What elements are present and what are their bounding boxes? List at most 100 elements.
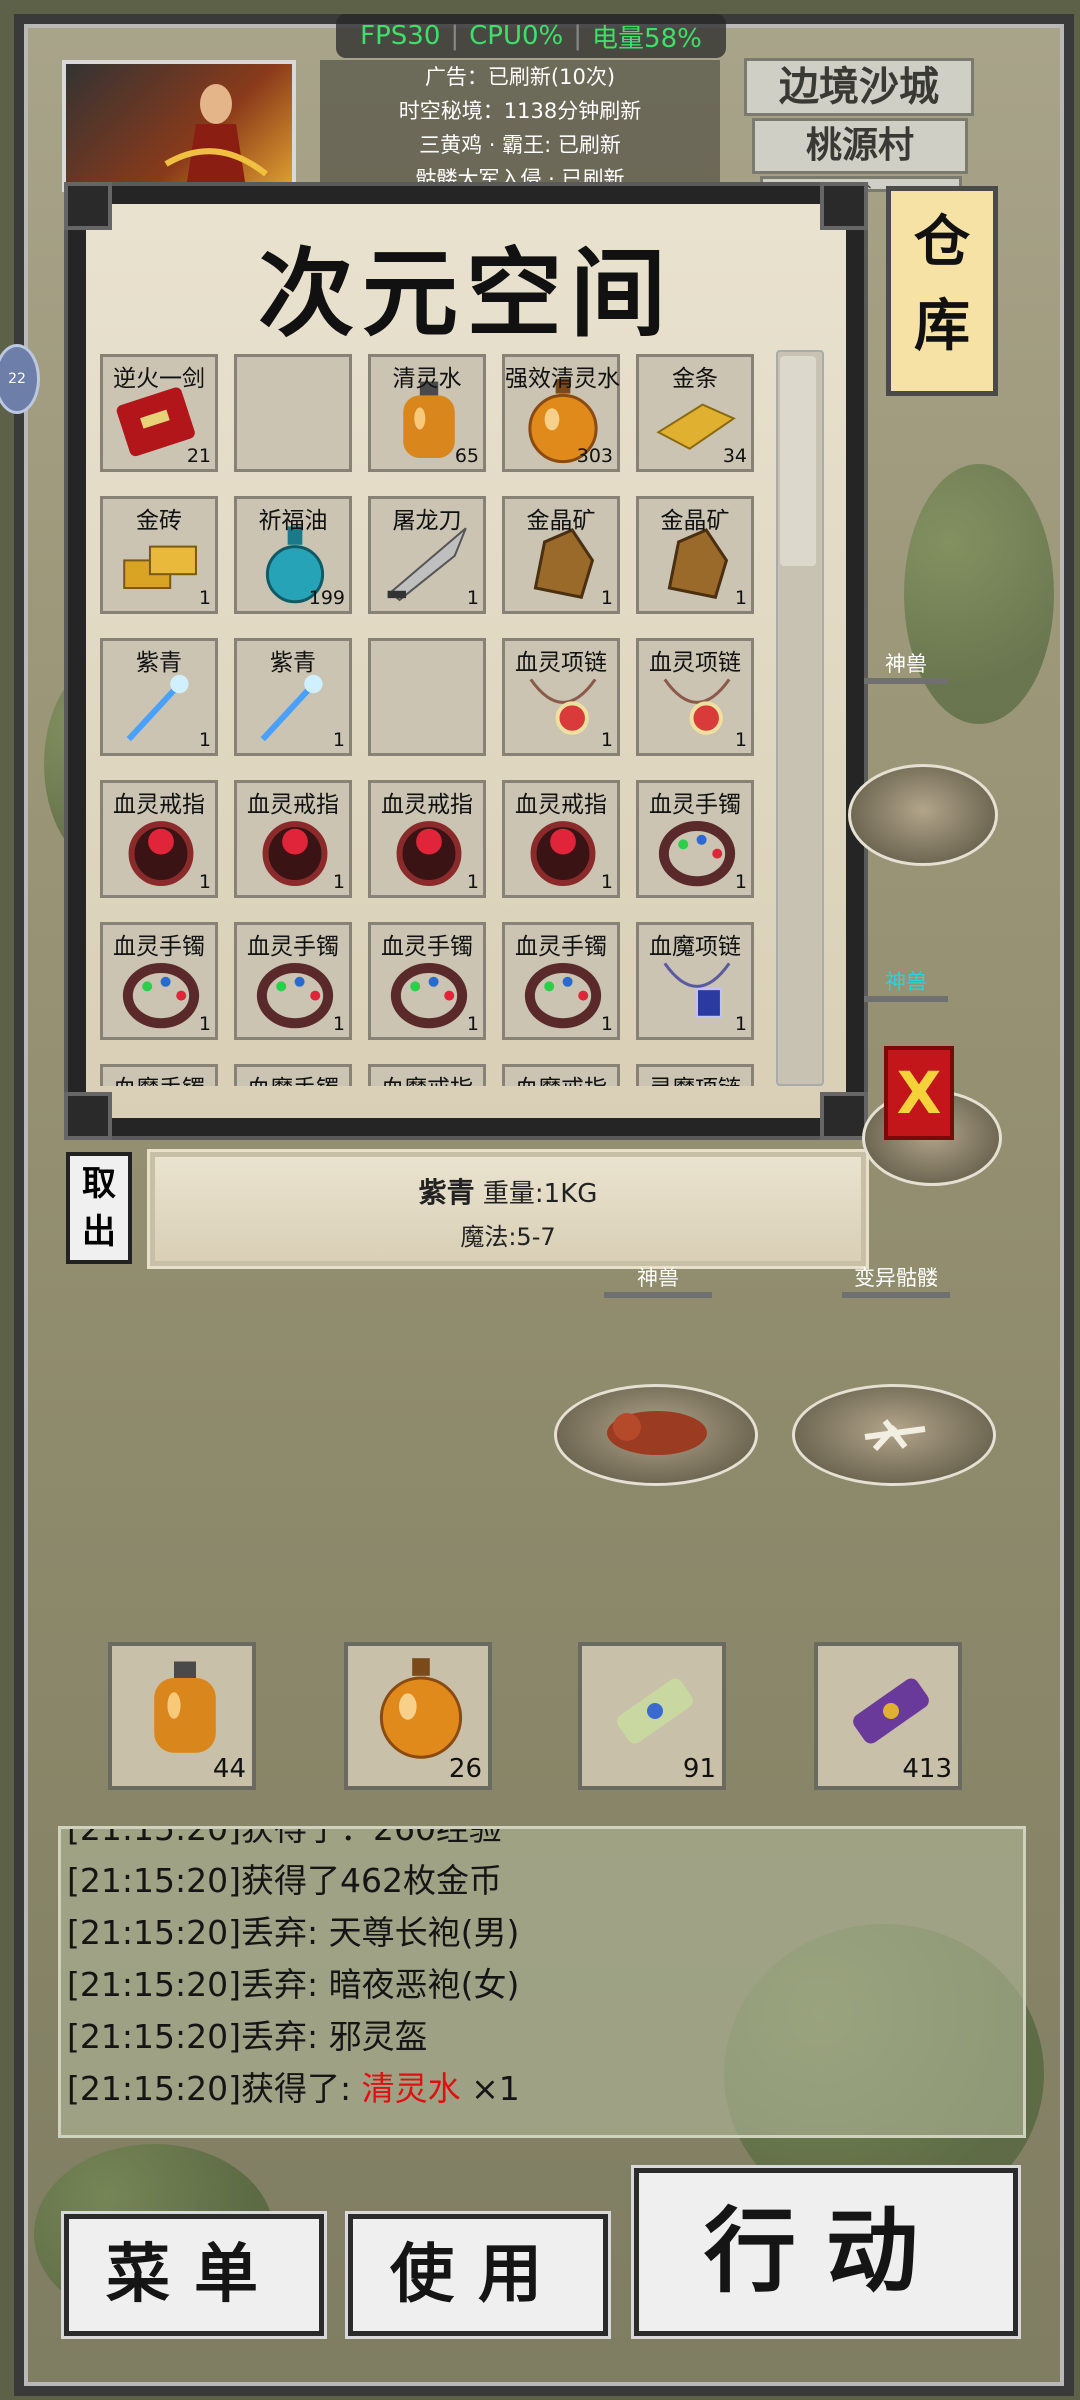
log-line: [21:15:20]丢弃: 天尊长袍(男) (61, 1907, 1023, 1959)
quick-slot[interactable]: 91 (578, 1642, 726, 1790)
skeleton-corpse[interactable] (792, 1384, 996, 1486)
inventory-slot[interactable]: 血魔戒指 (502, 1064, 620, 1086)
close-button[interactable]: X (884, 1046, 954, 1140)
inventory-slot[interactable]: 血灵项链 1 (502, 638, 620, 756)
log-time: [21:15:20] (67, 2017, 241, 2056)
item-name: 紫青 (418, 1176, 475, 1209)
inventory-slot[interactable]: 血魔手镯 (234, 1064, 352, 1086)
item-name: 金砖 (136, 508, 182, 534)
beast-corpse-icon (607, 1411, 707, 1455)
log-line: [21:15:20]获得了：260经验 (61, 1826, 1023, 1855)
quick-slot[interactable]: 413 (814, 1642, 962, 1790)
inventory-slot[interactable]: 血灵手镯 1 (234, 922, 352, 1040)
inventory-slot[interactable]: 逆火一剑 21 (100, 354, 218, 472)
item-quantity: 1 (466, 871, 479, 893)
inventory-slot[interactable]: 强效清灵水 303 (502, 354, 620, 472)
item-name: 血灵手镯 (113, 934, 205, 960)
log-text: 获得了: (240, 2069, 362, 2108)
location-button-village[interactable]: 桃源村 (752, 118, 968, 174)
grass-decoration (904, 464, 1054, 724)
storage-grid: 逆火一剑 21 清灵水 65 强效清灵水 303 金条 34 金砖 1 祈福油 199 屠龙刀 1 金晶矿 1… (100, 354, 766, 1086)
quick-slot-quantity: 413 (902, 1754, 952, 1784)
inventory-slot[interactable]: 清灵水 65 (368, 354, 486, 472)
item-name: 血灵戒指 (113, 792, 205, 818)
action-button[interactable]: 行动 (634, 2168, 1018, 2336)
inventory-slot[interactable]: 血灵戒指 1 (368, 780, 486, 898)
empty-inventory-slot[interactable] (234, 354, 352, 472)
item-name: 金晶矿 (526, 508, 596, 534)
item-name: 逆火一剑 (113, 366, 205, 392)
log-text: 获得了462枚金币 (240, 1861, 502, 1900)
item-quantity: 1 (332, 871, 345, 893)
take-out-label: 取出 (82, 1164, 116, 1252)
inventory-slot[interactable]: 灵魔项链 (636, 1064, 754, 1086)
inventory-slot[interactable]: 血魔戒指 (368, 1064, 486, 1086)
message-log[interactable]: [21:15:20]获得了：260经验 [21:15:20]获得了462枚金币 [2… (58, 1826, 1026, 2138)
scrollbar-thumb[interactable] (780, 356, 816, 566)
quick-slot-quantity: 44 (212, 1754, 246, 1784)
inventory-slot[interactable]: 血灵戒指 1 (100, 780, 218, 898)
monster-corpse[interactable] (554, 1384, 758, 1486)
system-status-bar: FPS30 | CPU0% | 电量58% (336, 14, 726, 58)
inventory-slot[interactable]: 血灵手镯 1 (636, 780, 754, 898)
inventory-slot[interactable]: 金砖 1 (100, 496, 218, 614)
inventory-slot[interactable]: 紫青 1 (100, 638, 218, 756)
notice-line: 三黄鸡 · 霸王: 已刷新 (419, 133, 621, 157)
log-highlight: 清灵水 (361, 2069, 461, 2108)
monster-label: 神兽 (864, 648, 948, 684)
item-name: 血灵手镯 (381, 934, 473, 960)
log-text: 丢弃: 天尊长袍(男) (240, 1913, 520, 1952)
item-name: 血灵手镯 (247, 934, 339, 960)
inventory-slot[interactable]: 血灵手镯 1 (502, 922, 620, 1040)
item-quantity: 1 (734, 587, 747, 609)
item-name: 血魔戒指 (505, 1069, 617, 1086)
log-time: [21:15:20] (67, 1913, 241, 1952)
log-line: [21:15:20]丢弃: 邪灵盔 (61, 2011, 1023, 2063)
inventory-slot[interactable]: 血灵戒指 1 (234, 780, 352, 898)
inventory-slot[interactable]: 血灵项链 1 (636, 638, 754, 756)
quick-slot-quantity: 91 (682, 1754, 716, 1784)
take-out-button[interactable]: 取出 (66, 1152, 132, 1264)
item-quantity: 199 (308, 587, 345, 609)
inventory-slot[interactable]: 血魔手镯 (100, 1064, 218, 1086)
log-suffix: ×1 (460, 2069, 520, 2108)
item-quantity: 1 (332, 1013, 345, 1035)
item-name: 血灵项链 (649, 650, 741, 676)
item-quantity: 21 (186, 445, 211, 467)
inventory-slot[interactable]: 血灵手镯 1 (368, 922, 486, 1040)
menu-button[interactable]: 菜单 (64, 2214, 324, 2336)
inventory-slot[interactable]: 屠龙刀 1 (368, 496, 486, 614)
inventory-slot[interactable]: 祈福油 199 (234, 496, 352, 614)
empty-inventory-slot[interactable] (368, 638, 486, 756)
panel-title: 次元空间 (258, 237, 674, 350)
panel-corner (64, 1092, 112, 1140)
battery-readout: 电量58% (592, 23, 702, 54)
inventory-slot[interactable]: 金晶矿 1 (636, 496, 754, 614)
storage-scrollbar[interactable] (776, 350, 824, 1086)
item-name: 血魔手镯 (103, 1069, 215, 1086)
warehouse-button[interactable]: 仓库 (886, 186, 998, 396)
inventory-slot[interactable]: 金晶矿 1 (502, 496, 620, 614)
quick-slot-quantity: 26 (448, 1754, 482, 1784)
item-name: 血灵手镯 (515, 934, 607, 960)
event-notices: 广告：已刷新(10次) 时空秘境：1138分钟刷新 三黄鸡 · 霸王: 已刷新 … (320, 60, 720, 191)
use-button[interactable]: 使用 (348, 2214, 608, 2336)
quick-slot[interactable]: 26 (344, 1642, 492, 1790)
inventory-slot[interactable]: 血灵手镯 1 (100, 922, 218, 1040)
log-line: [21:15:20]获得了462枚金币 (61, 1855, 1023, 1907)
item-name: 紫青 (136, 650, 182, 676)
inventory-slot[interactable]: 血魔项链 1 (636, 922, 754, 1040)
monster-corpse[interactable] (848, 764, 998, 866)
location-button-city[interactable]: 边境沙城 (744, 58, 974, 116)
warehouse-label: 仓库 (914, 210, 970, 359)
player-portrait[interactable] (62, 60, 296, 192)
inventory-slot[interactable]: 血灵戒指 1 (502, 780, 620, 898)
item-quantity: 34 (722, 445, 747, 467)
item-name: 金晶矿 (660, 508, 730, 534)
inventory-slot[interactable]: 紫青 1 (234, 638, 352, 756)
cpu-readout: CPU0% (469, 21, 564, 51)
log-time: [21:15:20] (67, 1826, 241, 1848)
quick-slot[interactable]: 44 (108, 1642, 256, 1790)
item-quantity: 1 (600, 871, 613, 893)
inventory-slot[interactable]: 金条 34 (636, 354, 754, 472)
